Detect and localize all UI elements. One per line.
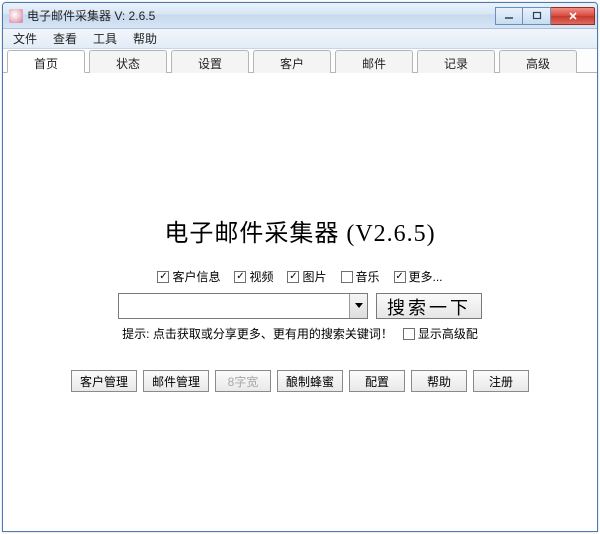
- maximize-icon: [532, 11, 542, 21]
- home-panel: 电子邮件采集器 (V2.6.5) ✓客户信息✓视频✓图片音乐✓更多... 搜索一…: [70, 213, 530, 392]
- filter-check-4[interactable]: ✓更多...: [394, 268, 443, 285]
- menu-view[interactable]: 查看: [45, 28, 85, 49]
- tab-5[interactable]: 记录: [417, 50, 495, 73]
- menu-file[interactable]: 文件: [5, 28, 45, 49]
- mail-manage-button[interactable]: 邮件管理: [143, 370, 209, 392]
- app-window: 电子邮件采集器 V: 2.6.5 文件 查看 工具 帮助 首页状态设置客户邮件记…: [2, 2, 598, 532]
- tab-1[interactable]: 状态: [89, 50, 167, 73]
- checkbox-icon: ✓: [157, 271, 169, 283]
- window-title: 电子邮件采集器 V: 2.6.5: [27, 7, 495, 24]
- hint-row: 提示: 点击获取或分享更多、更有用的搜索关键词！ 显示高级配: [70, 325, 530, 342]
- filter-check-label: 客户信息: [172, 268, 220, 285]
- checkbox-icon: ✓: [234, 271, 246, 283]
- filter-check-3[interactable]: 音乐: [341, 268, 380, 285]
- chevron-down-icon: [355, 303, 363, 309]
- make-honey-button[interactable]: 酿制蜂蜜: [277, 370, 343, 392]
- customer-manage-button[interactable]: 客户管理: [71, 370, 137, 392]
- checkbox-icon: ✓: [287, 271, 299, 283]
- filter-check-label: 图片: [302, 268, 326, 285]
- content-area: 电子邮件采集器 (V2.6.5) ✓客户信息✓视频✓图片音乐✓更多... 搜索一…: [3, 73, 597, 531]
- menubar: 文件 查看 工具 帮助: [3, 29, 597, 49]
- tab-6[interactable]: 高级: [499, 50, 577, 73]
- config-button[interactable]: 配置: [349, 370, 405, 392]
- checkbox-icon: [403, 328, 415, 340]
- tab-2[interactable]: 设置: [171, 50, 249, 73]
- hint-text: 提示: 点击获取或分享更多、更有用的搜索关键词！: [122, 325, 393, 342]
- filter-check-0[interactable]: ✓客户信息: [157, 268, 220, 285]
- filter-checks: ✓客户信息✓视频✓图片音乐✓更多...: [70, 268, 530, 285]
- menu-tools[interactable]: 工具: [85, 28, 125, 49]
- menu-help[interactable]: 帮助: [125, 28, 165, 49]
- help-button[interactable]: 帮助: [411, 370, 467, 392]
- filter-check-label: 音乐: [356, 268, 380, 285]
- tab-4[interactable]: 邮件: [335, 50, 413, 73]
- filter-check-label: 更多...: [409, 268, 443, 285]
- titlebar[interactable]: 电子邮件采集器 V: 2.6.5: [3, 3, 597, 29]
- checkbox-icon: [341, 271, 353, 283]
- close-icon: [568, 11, 578, 21]
- combo-drop-button[interactable]: [349, 294, 367, 318]
- search-button[interactable]: 搜索一下: [376, 293, 482, 319]
- minimize-icon: [504, 11, 514, 21]
- search-input[interactable]: [119, 294, 349, 318]
- tab-3[interactable]: 客户: [253, 50, 331, 73]
- search-combo[interactable]: [118, 293, 368, 319]
- width8-button: 8字宽: [215, 370, 271, 392]
- tabstrip: 首页状态设置客户邮件记录高级: [3, 49, 597, 73]
- register-button[interactable]: 注册: [473, 370, 529, 392]
- advanced-config-label: 显示高级配: [418, 325, 478, 342]
- advanced-config-check[interactable]: 显示高级配: [403, 325, 478, 342]
- filter-check-2[interactable]: ✓图片: [287, 268, 326, 285]
- checkbox-icon: ✓: [394, 271, 406, 283]
- search-row: 搜索一下: [70, 293, 530, 319]
- maximize-button[interactable]: [523, 7, 551, 25]
- action-buttons: 客户管理邮件管理 8字宽酿制蜂蜜配置帮助注册: [70, 370, 530, 392]
- app-title: 电子邮件采集器 (V2.6.5): [70, 213, 530, 248]
- close-button[interactable]: [551, 7, 595, 25]
- window-controls: [495, 7, 595, 25]
- minimize-button[interactable]: [495, 7, 523, 25]
- tab-0[interactable]: 首页: [7, 50, 85, 73]
- filter-check-1[interactable]: ✓视频: [234, 268, 273, 285]
- filter-check-label: 视频: [249, 268, 273, 285]
- app-icon: [9, 9, 23, 23]
